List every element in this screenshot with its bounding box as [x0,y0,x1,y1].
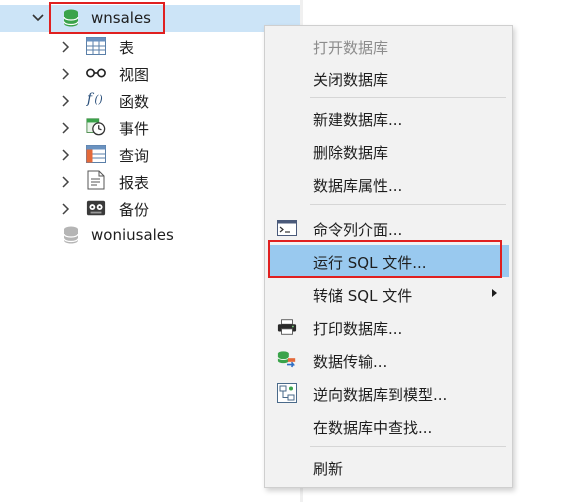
menu-item-database-properties[interactable]: 数据库属性... [268,168,509,200]
model-icon [277,383,297,403]
menu-item-run-sql-file[interactable]: 运行 SQL 文件... [268,245,509,277]
data-transfer-icon [277,351,297,369]
query-icon [86,144,106,164]
tree-item-label: 视图 [119,66,150,84]
menu-item-command-line[interactable]: 命令列介面... [268,212,509,244]
tree-item-reports[interactable]: 报表 [0,168,300,195]
menu-item-label: 命令列介面... [313,221,403,239]
menu-item-label: 数据库属性... [313,177,403,195]
report-icon [86,170,106,190]
database-icon [61,8,81,28]
chevron-right-icon[interactable] [59,94,73,108]
svg-text:f: f [86,91,95,107]
tree-item-backups[interactable]: 备份 [0,195,300,222]
chevron-right-icon[interactable] [59,67,73,81]
menu-item-label: 在数据库中查找... [313,419,433,437]
menu-item-dump-sql-file[interactable]: 转储 SQL 文件 [268,278,509,310]
tree-item-label: 查询 [119,147,150,165]
chevron-right-icon[interactable] [59,40,73,54]
menu-item-find-in-database[interactable]: 在数据库中查找... [268,410,509,442]
tree-item-label: 事件 [119,120,150,138]
function-icon: f () [86,89,106,109]
context-menu: 打开数据库 关闭数据库 新建数据库... 删除数据库 数据库属性... 命令列介… [264,25,513,488]
menu-item-label: 删除数据库 [313,144,389,162]
chevron-right-icon[interactable] [59,175,73,189]
tree-item-wnsales[interactable]: wnsales [0,5,300,32]
tree-item-label: 表 [119,39,135,57]
menu-separator [310,204,506,205]
backup-icon [86,198,106,218]
menu-item-open-database[interactable]: 打开数据库 [268,30,509,62]
menu-item-refresh[interactable]: 刷新 [268,451,509,483]
menu-item-label: 新建数据库... [313,111,403,129]
menu-item-reverse-to-model[interactable]: 逆向数据库到模型... [268,377,509,409]
menu-item-label: 关闭数据库 [313,71,389,89]
tree-item-label: 备份 [119,201,150,219]
menu-item-print-database[interactable]: 打印数据库... [268,311,509,343]
menu-item-label: 运行 SQL 文件... [313,254,427,272]
tree-item-label: 报表 [119,174,150,192]
tree-item-views[interactable]: 视图 [0,60,300,87]
svg-text:(): () [94,93,102,106]
database-name: woniusales [91,226,174,244]
event-icon [86,117,106,137]
tree-item-functions[interactable]: f () 函数 [0,87,300,114]
submenu-arrow-icon [492,289,497,297]
menu-item-label: 逆向数据库到模型... [313,386,448,404]
menu-item-label: 打开数据库 [313,39,389,57]
menu-item-new-database[interactable]: 新建数据库... [268,102,509,134]
menu-item-label: 刷新 [313,460,344,478]
menu-item-close-database[interactable]: 关闭数据库 [268,62,509,94]
menu-separator [310,446,506,447]
database-name: wnsales [91,9,151,27]
tree-item-woniusales[interactable]: woniusales [0,222,300,249]
menu-separator [310,97,506,98]
view-icon [86,63,106,83]
menu-item-label: 转储 SQL 文件 [313,287,413,305]
chevron-right-icon[interactable] [59,121,73,135]
menu-item-label: 打印数据库... [313,320,403,338]
console-icon [277,219,297,237]
tree-item-events[interactable]: 事件 [0,114,300,141]
menu-item-data-transfer[interactable]: 数据传输... [268,344,509,376]
chevron-right-icon[interactable] [59,148,73,162]
chevron-right-icon[interactable] [59,202,73,216]
tree-item-tables[interactable]: 表 [0,33,300,60]
chevron-down-icon[interactable] [31,11,45,25]
menu-item-delete-database[interactable]: 删除数据库 [268,135,509,167]
navigation-tree: wnsales 表 视图 f () 函数 事件 查询 报表 备份 woniusa… [0,0,300,502]
database-icon [61,225,81,245]
tree-item-label: 函数 [119,93,150,111]
table-icon [86,36,106,56]
printer-icon [277,318,297,336]
tree-item-queries[interactable]: 查询 [0,141,300,168]
menu-item-label: 数据传输... [313,353,388,371]
